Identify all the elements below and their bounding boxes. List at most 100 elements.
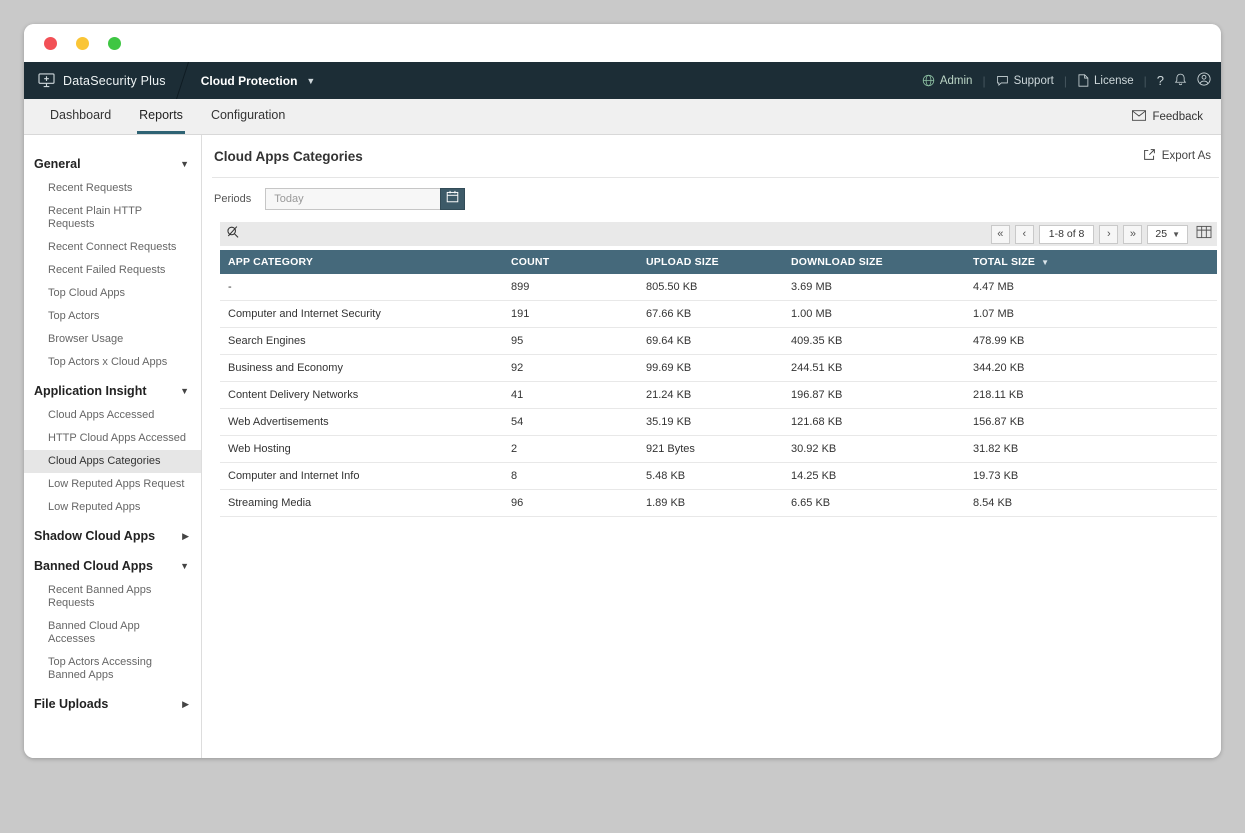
table-row[interactable]: -899 805.50 KB 3.69 MB 4.47 MB (220, 274, 1217, 301)
table-cell: Search Engines (220, 327, 503, 355)
table-cell: 8 (503, 462, 638, 490)
table-cell: 156.87 KB (965, 408, 1217, 436)
sidebar-item-low-reputed-apps-request[interactable]: Low Reputed Apps Request (24, 473, 201, 496)
account-button[interactable] (1197, 72, 1211, 89)
sidebar-item-banned-cloud-app-accesses[interactable]: Banned Cloud App Accesses (24, 615, 201, 651)
user-icon (1197, 72, 1211, 89)
column-header-upload-size[interactable]: UPLOAD SIZE (638, 250, 783, 274)
admin-link[interactable]: Admin (922, 74, 973, 87)
table-cell: Web Advertisements (220, 408, 503, 436)
separator: | (982, 73, 986, 88)
column-chooser-button[interactable] (1196, 225, 1212, 244)
table-row[interactable]: Search Engines 95 69.64 KB 409.35 KB 478.99 … (220, 327, 1217, 355)
pager-prev-button[interactable]: ‹ (1014, 224, 1034, 244)
pagination: « ‹ 1-8 of 8 › » 25 ▼ (990, 224, 1212, 244)
column-header-download-size[interactable]: DOWNLOAD SIZE (783, 250, 965, 274)
table-cell: 69.64 KB (638, 327, 783, 355)
bell-icon (1174, 72, 1187, 89)
table-cell: Business and Economy (220, 354, 503, 382)
license-link[interactable]: License (1077, 74, 1134, 87)
maximize-window-button[interactable] (108, 36, 121, 50)
sidebar-item-recent-connect-requests[interactable]: Recent Connect Requests (24, 236, 201, 259)
table-cell: 67.66 KB (638, 300, 783, 328)
support-link[interactable]: Support (996, 74, 1054, 87)
section-label: General (34, 157, 81, 171)
export-as-button[interactable]: Export As (1143, 148, 1211, 164)
close-window-button[interactable] (44, 36, 57, 50)
section-label: File Uploads (34, 697, 109, 711)
table-cell: 41 (503, 381, 638, 409)
sidebar-item-browser-usage[interactable]: Browser Usage (24, 328, 201, 351)
sidebar-item-top-actors-accessing-banned-apps[interactable]: Top Actors Accessing Banned Apps (24, 651, 201, 687)
sidebar-item-cloud-apps-accessed[interactable]: Cloud Apps Accessed (24, 404, 201, 427)
sidebar-section-general[interactable]: General ▼ (24, 147, 201, 177)
subnav-tabs: Dashboard Reports Configuration (48, 99, 311, 134)
table-row[interactable]: Web Hosting 2 921 Bytes 30.92 KB 31.82 KB (220, 435, 1217, 463)
table-row[interactable]: Computer and Internet Info 8 5.48 KB 14.25 … (220, 462, 1217, 490)
table-cell: 1.00 MB (783, 300, 965, 328)
table-cell: 344.20 KB (965, 354, 1217, 382)
sidebar-section-shadow-cloud-apps[interactable]: Shadow Cloud Apps ▶ (24, 519, 201, 549)
module-selector[interactable]: Cloud Protection ▼ (183, 74, 330, 88)
pager-first-button[interactable]: « (990, 224, 1010, 244)
sidebar-section-application-insight[interactable]: Application Insight ▼ (24, 374, 201, 404)
calendar-button[interactable] (440, 188, 466, 210)
table-body: -899 805.50 KB 3.69 MB 4.47 MB Computer and … (220, 274, 1217, 517)
app-window: DataSecurity Plus Cloud Protection ▼ Adm… (24, 24, 1221, 758)
sidebar-item-top-cloud-apps[interactable]: Top Cloud Apps (24, 282, 201, 305)
sidebar-item-top-actors[interactable]: Top Actors (24, 305, 201, 328)
sidebar-item-recent-plain-http-requests[interactable]: Recent Plain HTTP Requests (24, 200, 201, 236)
pager-last-button[interactable]: » (1123, 224, 1143, 244)
page-size-select[interactable]: 25 ▼ (1147, 224, 1188, 244)
table-cell: 30.92 KB (783, 435, 965, 463)
column-header-total-size[interactable]: TOTAL SIZE ▼ (965, 250, 1217, 274)
sidebar-item-recent-banned-apps-requests[interactable]: Recent Banned Apps Requests (24, 579, 201, 615)
table-row[interactable]: Computer and Internet Security 191 67.66 K… (220, 300, 1217, 328)
sidebar-item-top-actors-x-cloud-apps[interactable]: Top Actors x Cloud Apps (24, 351, 201, 374)
sidebar-item-low-reputed-apps[interactable]: Low Reputed Apps (24, 496, 201, 519)
table-cell: 5.48 KB (638, 462, 783, 490)
export-label: Export As (1161, 150, 1211, 162)
table-cell: 99.69 KB (638, 354, 783, 382)
table-cell: 8.54 KB (965, 489, 1217, 517)
periods-label: Periods (214, 193, 252, 205)
sidebar-item-recent-requests[interactable]: Recent Requests (24, 177, 201, 200)
sidebar: General ▼ Recent Requests Recent Plain HTTP… (24, 135, 202, 758)
notifications-button[interactable] (1174, 72, 1187, 89)
module-label: Cloud Protection (200, 73, 298, 88)
chevron-down-icon: ▼ (180, 159, 189, 169)
separator: | (1143, 73, 1147, 88)
export-icon (1143, 148, 1156, 164)
brand: DataSecurity Plus (24, 73, 182, 88)
section-label: Banned Cloud Apps (34, 559, 153, 573)
sidebar-section-banned-cloud-apps[interactable]: Banned Cloud Apps ▼ (24, 549, 201, 579)
feedback-button[interactable]: Feedback (1132, 99, 1221, 134)
table-cell: 218.11 KB (965, 381, 1217, 409)
feedback-envelope-icon (1132, 109, 1147, 124)
tab-dashboard[interactable]: Dashboard (48, 99, 113, 134)
tab-configuration[interactable]: Configuration (209, 99, 287, 134)
period-input[interactable] (265, 188, 441, 210)
column-grid-icon (1196, 225, 1212, 244)
admin-label: Admin (939, 74, 973, 87)
search-toggle-button[interactable] (226, 225, 240, 244)
column-header-count[interactable]: COUNT (503, 250, 638, 274)
topbar-right: Admin | Support | License | ? (922, 72, 1221, 89)
pager-next-button[interactable]: › (1099, 224, 1119, 244)
table-cell: Computer and Internet Info (220, 462, 503, 490)
sidebar-item-cloud-apps-categories[interactable]: Cloud Apps Categories (24, 450, 201, 473)
table-row[interactable]: Web Advertisements 54 35.19 KB 121.68 KB 156… (220, 408, 1217, 436)
chevron-down-icon: ▼ (1172, 229, 1180, 239)
minimize-window-button[interactable] (76, 36, 89, 50)
help-button[interactable]: ? (1157, 73, 1164, 88)
table-row[interactable]: Business and Economy 92 99.69 KB 244.51 KB 3… (220, 354, 1217, 382)
column-header-app-category[interactable]: APP CATEGORY (220, 250, 503, 274)
tab-reports[interactable]: Reports (137, 99, 185, 134)
sidebar-item-recent-failed-requests[interactable]: Recent Failed Requests (24, 259, 201, 282)
table-row[interactable]: Streaming Media 96 1.89 KB 6.65 KB 8.54 KB (220, 489, 1217, 517)
sidebar-section-file-uploads[interactable]: File Uploads ▶ (24, 687, 201, 717)
feedback-label: Feedback (1152, 110, 1203, 123)
table-row[interactable]: Content Delivery Networks 41 21.24 KB 196.8… (220, 381, 1217, 409)
table-cell: 2 (503, 435, 638, 463)
sidebar-item-http-cloud-apps-accessed[interactable]: HTTP Cloud Apps Accessed (24, 427, 201, 450)
